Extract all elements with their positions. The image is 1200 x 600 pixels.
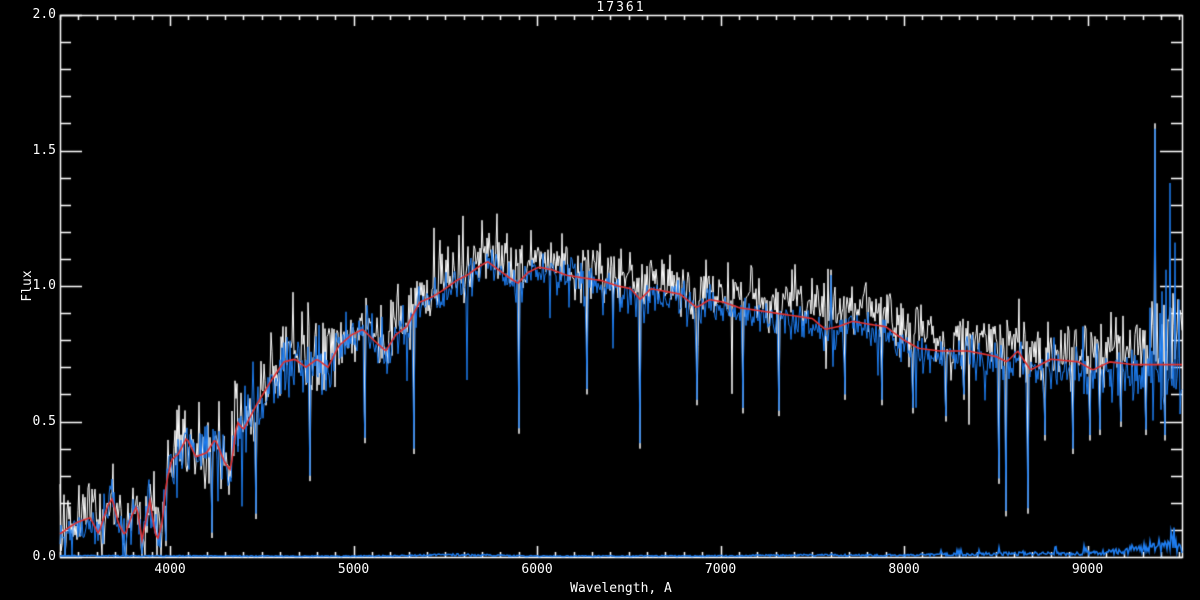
y-tick-label: 2.0	[32, 7, 56, 22]
plot-title: 17361	[596, 0, 646, 15]
y-tick-label: 1.5	[32, 142, 56, 158]
x-tick-label: 7000	[704, 562, 737, 577]
y-tick-label: 0.0	[32, 549, 56, 564]
y-tick-label: 1.0	[32, 278, 56, 293]
spectrum-plot-window: 17361 Wavelength, A Flux 4000 5000 6000 700…	[0, 0, 1200, 600]
x-tick-label: 6000	[521, 562, 553, 577]
spectrum-plot-canvas	[0, 0, 1200, 600]
x-tick-label: 8000	[888, 562, 920, 577]
x-tick-label: 4000	[154, 562, 186, 577]
y-tick-label: 0.5	[32, 413, 56, 429]
x-axis-title: Wavelength, A	[570, 581, 672, 596]
x-tick-label: 5000	[337, 562, 370, 577]
x-tick-label: 9000	[1071, 562, 1104, 577]
